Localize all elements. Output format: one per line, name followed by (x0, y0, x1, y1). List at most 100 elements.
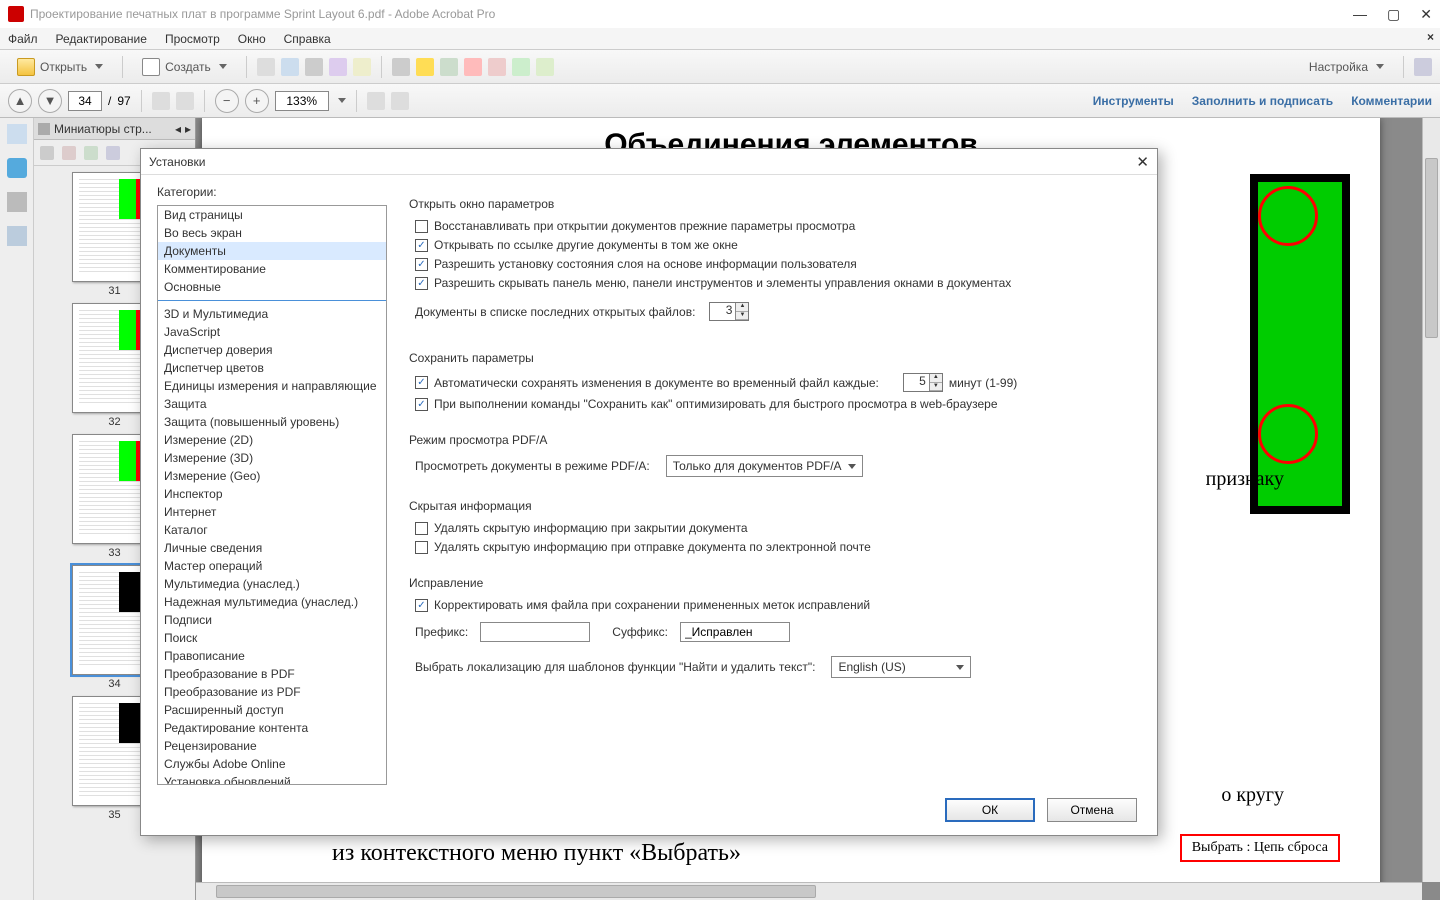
page-up-button[interactable]: ▲ (8, 89, 32, 113)
category-item[interactable]: Вид страницы (158, 206, 386, 224)
category-item[interactable]: Комментирование (158, 260, 386, 278)
expand-icon[interactable] (1414, 58, 1432, 76)
category-item[interactable]: Основные (158, 278, 386, 296)
category-item[interactable]: Редактирование контента (158, 719, 386, 737)
category-item[interactable]: Измерение (2D) (158, 431, 386, 449)
thumb-tool-2[interactable] (62, 146, 76, 160)
category-item[interactable]: Каталог (158, 521, 386, 539)
menu-edit[interactable]: Редактирование (56, 32, 147, 46)
category-item[interactable]: Измерение (3D) (158, 449, 386, 467)
categories-list[interactable]: Вид страницыВо весь экранДокументыКоммен… (157, 205, 387, 785)
attachments-tab-icon[interactable] (7, 192, 27, 212)
minimize-button[interactable]: — (1353, 6, 1367, 23)
edit-icon[interactable] (536, 58, 554, 76)
bookmark-tab-icon[interactable] (7, 158, 27, 178)
chk-hidden-email[interactable] (415, 541, 428, 554)
menu-help[interactable]: Справка (284, 32, 331, 46)
autosave-input[interactable]: 5▲▼ (903, 373, 943, 392)
fit-width-icon[interactable] (391, 92, 409, 110)
zoom-out-button[interactable]: − (215, 89, 239, 113)
category-item[interactable]: Подписи (158, 611, 386, 629)
category-item[interactable]: Мастер операций (158, 557, 386, 575)
chk-restore[interactable] (415, 220, 428, 233)
select-tool-icon[interactable] (152, 92, 170, 110)
zoom-input[interactable]: 133% (275, 91, 329, 111)
category-item[interactable]: Службы Adobe Online (158, 755, 386, 773)
category-item[interactable]: Мультимедиа (унаслед.) (158, 575, 386, 593)
thumb-tool-1[interactable] (40, 146, 54, 160)
mail-icon[interactable] (353, 58, 371, 76)
stamp-icon[interactable] (440, 58, 458, 76)
open-button[interactable]: Открыть (8, 54, 112, 80)
chk-fast-web[interactable] (415, 398, 428, 411)
category-item[interactable]: Документы (158, 242, 386, 260)
thumbnails-tab-icon[interactable] (7, 124, 27, 144)
fit-page-icon[interactable] (367, 92, 385, 110)
category-item[interactable]: Защита (158, 395, 386, 413)
category-item[interactable]: Диспетчер доверия (158, 341, 386, 359)
category-item[interactable]: Защита (повышенный уровень) (158, 413, 386, 431)
chk-autosave[interactable] (415, 376, 428, 389)
ok-button[interactable]: ОК (945, 798, 1035, 822)
category-item[interactable]: Поиск (158, 629, 386, 647)
category-item[interactable]: Правописание (158, 647, 386, 665)
page-input[interactable] (68, 91, 102, 111)
export-icon[interactable] (281, 58, 299, 76)
pdfa-select[interactable]: Только для документов PDF/A (666, 455, 863, 477)
attach-icon[interactable] (464, 58, 482, 76)
menu-window[interactable]: Окно (238, 32, 266, 46)
category-item[interactable]: Преобразование в PDF (158, 665, 386, 683)
category-item[interactable]: Преобразование из PDF (158, 683, 386, 701)
category-item[interactable]: Рецензирование (158, 737, 386, 755)
maximize-button[interactable]: ▢ (1387, 6, 1400, 23)
category-item[interactable]: Расширенный доступ (158, 701, 386, 719)
hand-tool-icon[interactable] (176, 92, 194, 110)
form-icon[interactable] (512, 58, 530, 76)
thumb-tool-3[interactable] (84, 146, 98, 160)
share-icon[interactable] (329, 58, 347, 76)
category-item[interactable]: Личные сведения (158, 539, 386, 557)
category-item[interactable]: Надежная мультимедиа (унаслед.) (158, 593, 386, 611)
signatures-tab-icon[interactable] (7, 226, 27, 246)
thumb-tool-4[interactable] (106, 146, 120, 160)
scrollbar-horizontal[interactable] (196, 882, 1422, 900)
sign-icon[interactable] (488, 58, 506, 76)
chk-hide-menu[interactable] (415, 277, 428, 290)
page-down-button[interactable]: ▼ (38, 89, 62, 113)
prefix-input[interactable] (480, 622, 590, 642)
recent-input[interactable]: 3▲▼ (709, 302, 749, 321)
chevron-down-icon[interactable] (338, 98, 346, 103)
category-item[interactable]: Диспетчер цветов (158, 359, 386, 377)
chk-same-window[interactable] (415, 239, 428, 252)
category-item[interactable]: JavaScript (158, 323, 386, 341)
dialog-close-icon[interactable]: ✕ (1136, 153, 1149, 171)
category-item[interactable]: Измерение (Geo) (158, 467, 386, 485)
menu-file[interactable]: Файл (8, 32, 38, 46)
cancel-button[interactable]: Отмена (1047, 798, 1137, 822)
chk-hidden-close[interactable] (415, 522, 428, 535)
save-icon[interactable] (257, 58, 275, 76)
scrollbar-vertical[interactable] (1422, 118, 1440, 882)
category-item[interactable]: Установка обновлений (158, 773, 386, 785)
comment-icon[interactable] (416, 58, 434, 76)
close-button[interactable]: ✕ (1420, 6, 1432, 23)
create-button[interactable]: Создать (133, 54, 236, 80)
document-close-icon[interactable]: × (1427, 30, 1434, 44)
gear-icon[interactable] (392, 58, 410, 76)
chk-layer-state[interactable] (415, 258, 428, 271)
print-icon[interactable] (305, 58, 323, 76)
link-fill-sign[interactable]: Заполнить и подписать (1192, 94, 1333, 108)
zoom-in-button[interactable]: + (245, 89, 269, 113)
category-item[interactable]: 3D и Мультимедиа (158, 305, 386, 323)
menu-view[interactable]: Просмотр (165, 32, 220, 46)
category-item[interactable]: Единицы измерения и направляющие (158, 377, 386, 395)
chk-fix-filename[interactable] (415, 599, 428, 612)
customize-button[interactable]: Настройка (1300, 56, 1393, 78)
suffix-input[interactable] (680, 622, 790, 642)
category-item[interactable]: Интернет (158, 503, 386, 521)
link-tools[interactable]: Инструменты (1093, 94, 1174, 108)
category-item[interactable]: Инспектор (158, 485, 386, 503)
category-item[interactable]: Во весь экран (158, 224, 386, 242)
locale-select[interactable]: English (US) (831, 656, 971, 678)
link-comments[interactable]: Комментарии (1351, 94, 1432, 108)
